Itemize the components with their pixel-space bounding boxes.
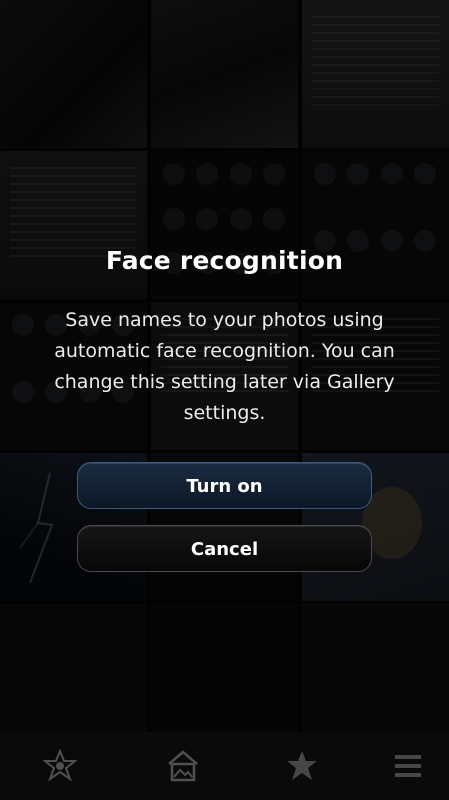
favorite-face-icon <box>43 749 77 782</box>
gallery-home-button[interactable] <box>163 746 203 786</box>
menu-icon <box>395 755 421 777</box>
menu-button[interactable] <box>388 746 428 786</box>
gallery-screen: Face recognition Save names to your phot… <box>0 0 449 800</box>
dialog-title: Face recognition <box>105 246 344 275</box>
star-icon <box>287 751 317 780</box>
favorites-button[interactable] <box>282 746 322 786</box>
turn-on-button[interactable]: Turn on <box>77 462 372 509</box>
favorite-face-button[interactable] <box>40 746 80 786</box>
gallery-home-icon <box>168 750 198 782</box>
dialog-message: Save names to your photos using automati… <box>54 309 395 424</box>
cancel-button[interactable]: Cancel <box>77 525 372 572</box>
bottom-toolbar <box>0 732 449 800</box>
